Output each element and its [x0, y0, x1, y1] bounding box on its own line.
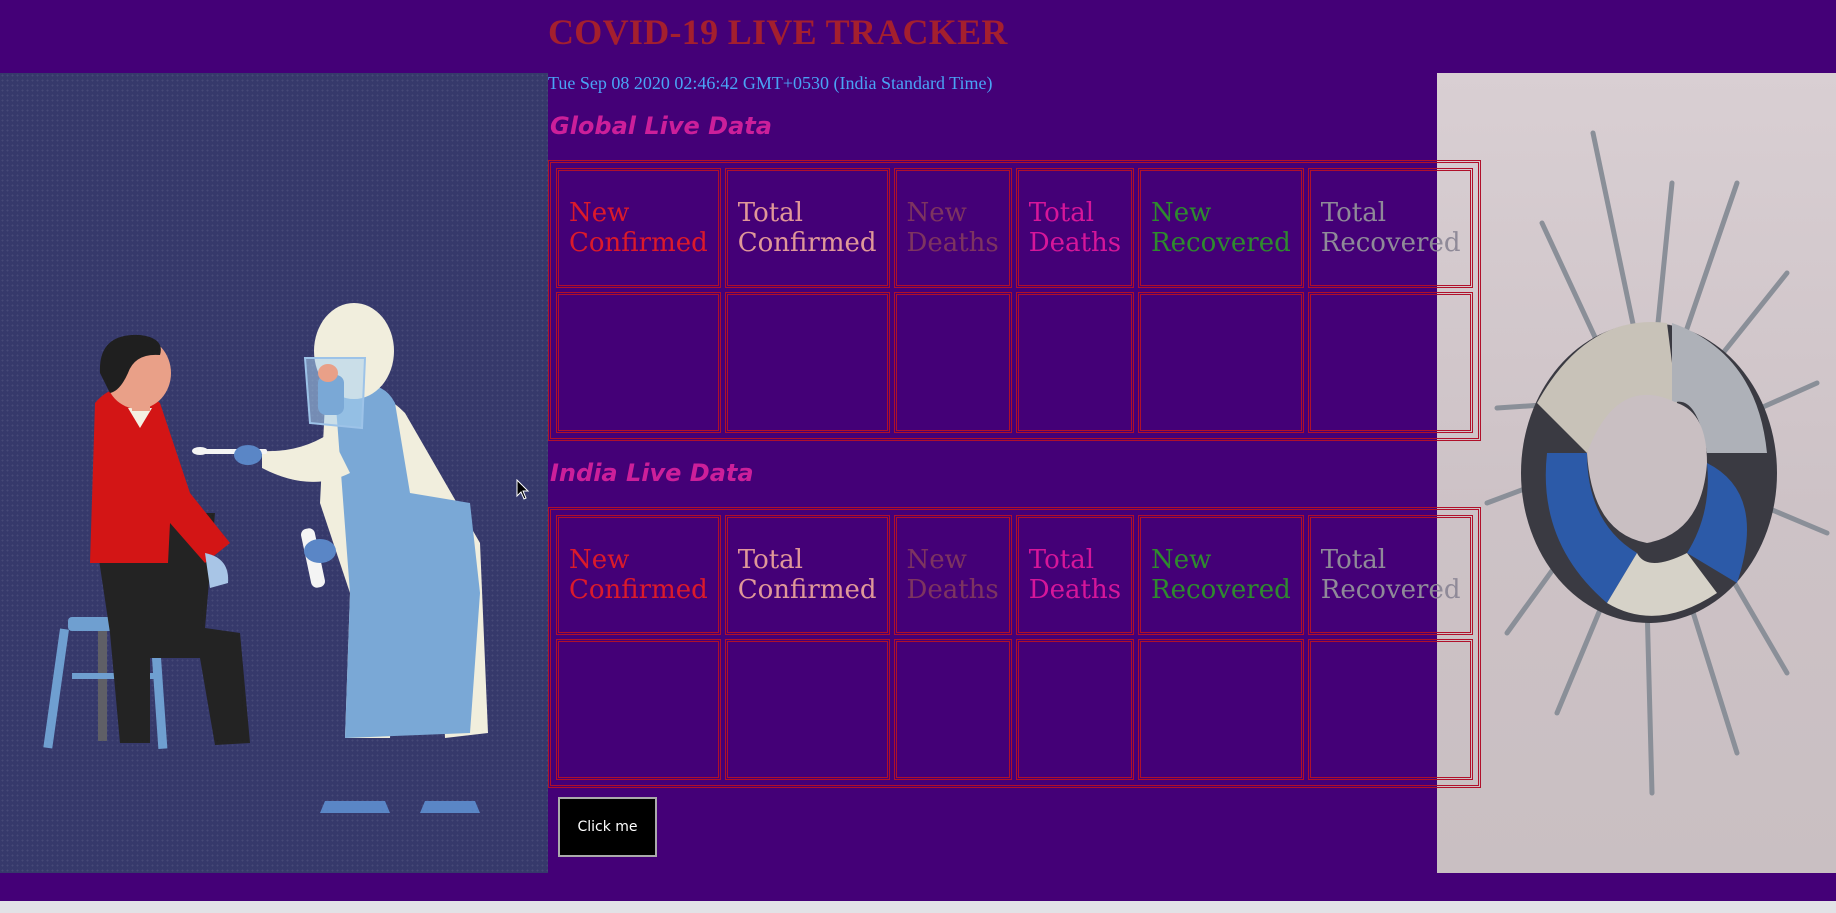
india-header-new-deaths: New Deaths	[893, 515, 1012, 636]
india-header-new-recovered: New Recovered	[1138, 515, 1304, 636]
global-new-confirmed-value	[556, 292, 721, 433]
page-title: COVID-19 LIVE TRACKER	[548, 12, 1008, 52]
india-header-total-recovered: Total Recovered	[1307, 515, 1474, 636]
india-data-heading: India Live Data	[550, 459, 754, 487]
india-new-recovered-value	[1138, 639, 1304, 780]
india-total-deaths-value	[1015, 639, 1135, 780]
global-data-table: New Confirmed Total Confirmed New Deaths…	[548, 160, 1482, 441]
india-header-row: New Confirmed Total Confirmed New Deaths…	[556, 515, 1474, 636]
virus-sculpture-photo	[1437, 73, 1836, 873]
india-values-row	[556, 639, 1474, 780]
india-data-table: New Confirmed Total Confirmed New Deaths…	[548, 507, 1482, 788]
india-new-deaths-value	[893, 639, 1012, 780]
global-header-new-recovered: New Recovered	[1138, 168, 1304, 289]
global-values-row	[556, 292, 1474, 433]
global-total-confirmed-value	[724, 292, 890, 433]
mouse-cursor-icon	[516, 479, 530, 500]
global-header-new-deaths: New Deaths	[893, 168, 1012, 289]
covid-test-illustration	[0, 73, 548, 873]
india-total-confirmed-value	[724, 639, 890, 780]
global-total-deaths-value	[1015, 292, 1135, 433]
patient-figure	[90, 334, 250, 745]
sculpture-body	[1521, 322, 1777, 623]
global-header-new-confirmed: New Confirmed	[556, 168, 721, 289]
page-bottom-bar	[0, 901, 1836, 913]
global-data-heading: Global Live Data	[550, 112, 772, 140]
current-datetime: Tue Sep 08 2020 02:46:42 GMT+0530 (India…	[548, 73, 993, 93]
global-header-row: New Confirmed Total Confirmed New Deaths…	[556, 168, 1474, 289]
global-new-deaths-value	[893, 292, 1012, 433]
global-header-total-deaths: Total Deaths	[1015, 168, 1135, 289]
india-header-total-confirmed: Total Confirmed	[724, 515, 890, 636]
global-header-total-confirmed: Total Confirmed	[724, 168, 890, 289]
india-header-new-confirmed: New Confirmed	[556, 515, 721, 636]
global-new-recovered-value	[1138, 292, 1304, 433]
india-new-confirmed-value	[556, 639, 721, 780]
click-me-button[interactable]: Click me	[558, 797, 657, 857]
india-header-total-deaths: Total Deaths	[1015, 515, 1135, 636]
global-total-recovered-value	[1307, 292, 1474, 433]
india-total-recovered-value	[1307, 639, 1474, 780]
global-header-total-recovered: Total Recovered	[1307, 168, 1474, 289]
